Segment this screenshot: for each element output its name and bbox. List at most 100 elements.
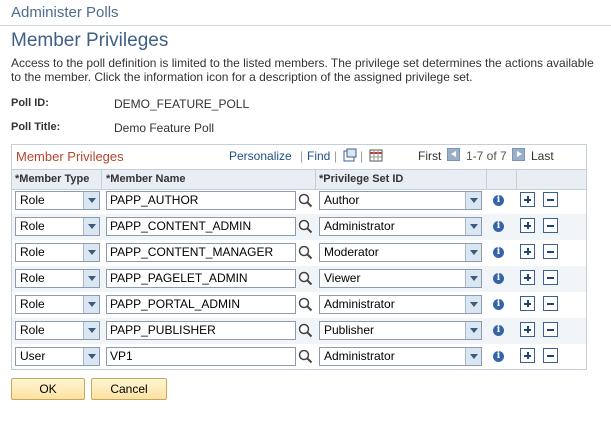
privilege-set-value: Administrator xyxy=(324,219,395,233)
chevron-down-icon[interactable] xyxy=(465,322,481,339)
member-type-select[interactable]: Role xyxy=(15,191,100,210)
info-icon[interactable]: i xyxy=(493,299,504,310)
magnifier-icon[interactable] xyxy=(298,323,313,338)
privilege-set-select[interactable]: Author xyxy=(319,191,482,210)
plus-icon[interactable] xyxy=(520,244,535,259)
chevron-down-icon[interactable] xyxy=(465,244,481,261)
table-row: Role PAPP_PAGELET_ADMIN Viewer i xyxy=(12,266,586,292)
plus-icon[interactable] xyxy=(520,322,535,337)
table-row: Role PAPP_CONTENT_MANAGER Moderator i xyxy=(12,240,586,266)
magnifier-icon[interactable] xyxy=(298,297,313,312)
info-icon[interactable]: i xyxy=(493,221,504,232)
download-grid-icon[interactable] xyxy=(369,148,383,162)
member-name-input[interactable]: PAPP_PORTAL_ADMIN xyxy=(106,295,296,314)
magnifier-icon[interactable] xyxy=(298,193,313,208)
chevron-down-icon[interactable] xyxy=(83,192,99,209)
privilege-set-select[interactable]: Publisher xyxy=(319,321,482,340)
member-name-input[interactable]: PAPP_AUTHOR xyxy=(106,191,296,210)
member-type-select[interactable]: Role xyxy=(15,295,100,314)
plus-icon[interactable] xyxy=(520,296,535,311)
privilege-set-select[interactable]: Administrator xyxy=(319,295,482,314)
member-name-input[interactable]: PAPP_PUBLISHER xyxy=(106,321,296,340)
magnifier-icon[interactable] xyxy=(298,349,313,364)
chevron-down-icon[interactable] xyxy=(465,270,481,287)
member-type-select[interactable]: Role xyxy=(15,321,100,340)
member-type-value: Role xyxy=(20,193,45,207)
info-icon[interactable]: i xyxy=(493,325,504,336)
member-type-select[interactable]: Role xyxy=(15,217,100,236)
find-link[interactable]: Find xyxy=(307,149,330,163)
magnifier-icon[interactable] xyxy=(298,245,313,260)
minus-icon[interactable] xyxy=(543,270,558,285)
arrow-right-icon[interactable] xyxy=(512,148,525,161)
member-type-select[interactable]: Role xyxy=(15,269,100,288)
table-row: User VP1 Administrator i xyxy=(12,344,586,370)
col-member-name[interactable]: *Member Name xyxy=(106,173,185,185)
chevron-down-icon[interactable] xyxy=(83,244,99,261)
row-range: 1-7 of 7 xyxy=(466,149,507,163)
privilege-set-value: Moderator xyxy=(324,245,379,259)
minus-icon[interactable] xyxy=(543,348,558,363)
member-type-select[interactable]: User xyxy=(15,347,100,366)
plus-icon[interactable] xyxy=(520,270,535,285)
poll-title-value: Demo Feature Poll xyxy=(114,121,215,135)
cancel-button[interactable]: Cancel xyxy=(91,378,167,400)
nav-separator: | xyxy=(300,149,304,163)
plus-icon[interactable] xyxy=(520,218,535,233)
chevron-down-icon[interactable] xyxy=(83,348,99,365)
minus-icon[interactable] xyxy=(543,296,558,311)
ok-button[interactable]: OK xyxy=(11,378,85,400)
member-type-value: Role xyxy=(20,323,45,337)
column-divider xyxy=(516,170,517,189)
personalize-link[interactable]: Personalize xyxy=(229,149,292,163)
info-icon[interactable]: i xyxy=(493,247,504,258)
chevron-down-icon[interactable] xyxy=(83,270,99,287)
plus-icon[interactable] xyxy=(520,348,535,363)
member-type-value: Role xyxy=(20,245,45,259)
col-privilege-set[interactable]: *Privilege Set ID xyxy=(319,173,403,185)
privilege-set-select[interactable]: Administrator xyxy=(319,347,482,366)
privilege-set-select[interactable]: Administrator xyxy=(319,217,482,236)
magnifier-icon[interactable] xyxy=(298,271,313,286)
privilege-set-select[interactable]: Moderator xyxy=(319,243,482,262)
chevron-down-icon[interactable] xyxy=(83,296,99,313)
chevron-down-icon[interactable] xyxy=(83,322,99,339)
table-row: Role PAPP_AUTHOR Author i xyxy=(12,188,586,214)
chevron-down-icon[interactable] xyxy=(465,348,481,365)
member-name-input[interactable]: PAPP_CONTENT_MANAGER xyxy=(106,243,296,262)
page-description: Access to the poll definition is limited… xyxy=(11,56,594,84)
chevron-down-icon[interactable] xyxy=(465,296,481,313)
view-all-icon[interactable] xyxy=(343,148,357,162)
chevron-down-icon[interactable] xyxy=(465,218,481,235)
plus-icon[interactable] xyxy=(520,192,535,207)
privilege-set-select[interactable]: Viewer xyxy=(319,269,482,288)
arrow-left-icon[interactable] xyxy=(447,148,460,161)
chevron-down-icon[interactable] xyxy=(83,218,99,235)
table-row: Role PAPP_CONTENT_ADMIN Administrator i xyxy=(12,214,586,240)
minus-icon[interactable] xyxy=(543,322,558,337)
privilege-set-value: Author xyxy=(324,193,360,207)
chevron-down-icon[interactable] xyxy=(465,192,481,209)
info-icon[interactable]: i xyxy=(493,195,504,206)
first-label: First xyxy=(418,149,442,163)
minus-icon[interactable] xyxy=(543,244,558,259)
magnifier-icon[interactable] xyxy=(298,219,313,234)
grid-header: Member Privileges Personalize | Find | |… xyxy=(12,145,586,169)
column-header-row: *Member Type *Member Name *Privilege Set… xyxy=(12,169,586,190)
col-member-type[interactable]: *Member Type xyxy=(15,173,89,185)
nav-separator: | xyxy=(360,149,364,163)
info-icon[interactable]: i xyxy=(493,351,504,362)
last-label: Last xyxy=(531,149,554,163)
column-divider xyxy=(315,170,316,189)
column-divider xyxy=(101,170,102,189)
minus-icon[interactable] xyxy=(543,192,558,207)
info-icon[interactable]: i xyxy=(493,273,504,284)
member-name-input[interactable]: PAPP_PAGELET_ADMIN xyxy=(106,269,296,288)
privilege-set-value: Administrator xyxy=(324,349,395,363)
minus-icon[interactable] xyxy=(543,218,558,233)
member-type-value: User xyxy=(20,349,46,363)
member-name-input[interactable]: PAPP_CONTENT_ADMIN xyxy=(106,217,296,236)
breadcrumb: Administer Polls xyxy=(11,4,119,21)
member-type-select[interactable]: Role xyxy=(15,243,100,262)
member-name-input[interactable]: VP1 xyxy=(106,347,296,366)
